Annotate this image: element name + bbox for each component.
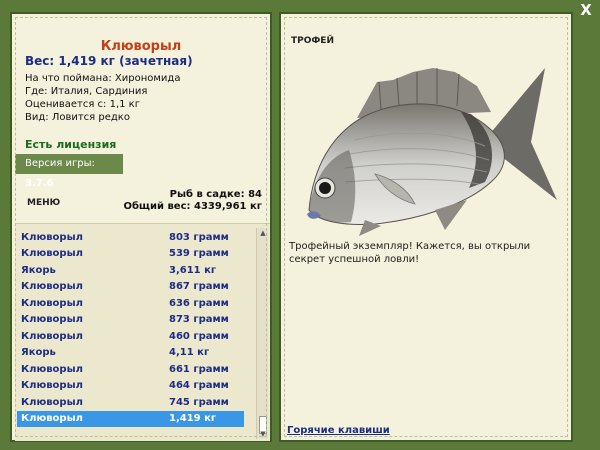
catch-name: Клюворыл [21, 330, 83, 342]
catch-weight: 873 грамм [169, 314, 229, 326]
catch-row[interactable]: Клюворыл 1,419 кг [17, 410, 244, 427]
total-weight: Общий вес: 4339,961 кг [123, 201, 262, 212]
catch-row[interactable]: Якорь 4,11 кг [17, 345, 244, 362]
hotkeys-link[interactable]: Горячие клавиши [287, 425, 390, 436]
catch-weight: 867 грамм [169, 281, 229, 293]
catch-row[interactable]: Клюворыл 661 грамм [17, 361, 244, 378]
fish-bait: На что поймана: Хирономида [25, 73, 181, 84]
fish-value: Оценивается с: 1,1 кг [25, 99, 140, 110]
fish-name: Клюворыл [100, 39, 182, 54]
version-badge: Версия игры: 3.7.6 [15, 154, 123, 189]
trophy-description: Трофейный экземпляр! Кажется, вы открыли… [289, 241, 531, 265]
catch-name: Якорь [21, 264, 56, 276]
license-status: Есть лицензия [25, 138, 117, 151]
catch-name: Клюворыл [21, 248, 83, 260]
catch-weight: 1,419 кг [169, 413, 217, 425]
fish-info-panel: Клюворыл Вес: 1,419 кг (зачетная) На что… [10, 12, 272, 442]
catch-weight: 464 грамм [169, 380, 229, 392]
fish-count: Рыб в садке: 84 [169, 189, 262, 200]
catch-name: Якорь [21, 347, 56, 359]
catch-name: Клюворыл [21, 396, 83, 408]
catch-weight: 636 грамм [169, 297, 229, 309]
scroll-down-icon[interactable]: ▼ [257, 429, 269, 439]
catch-name: Клюворыл [21, 314, 83, 326]
catch-row[interactable]: Клюворыл 873 грамм [17, 312, 244, 329]
fish-weight: Вес: 1,419 кг (зачетная) [25, 54, 193, 68]
fish-image [307, 68, 557, 236]
fish-kind: Вид: Ловится редко [25, 112, 130, 123]
trophy-label: ТРОФЕЙ [291, 36, 334, 46]
catch-weight: 661 грамм [169, 363, 229, 375]
catch-weight: 539 грамм [169, 248, 229, 260]
catch-row[interactable]: Якорь 3,611 кг [17, 262, 244, 279]
catch-weight: 3,611 кг [169, 264, 217, 276]
catch-name: Клюворыл [21, 363, 83, 375]
catch-weight: 460 грамм [169, 330, 229, 342]
catch-name: Клюворыл [21, 380, 83, 392]
catch-weight: 745 грамм [169, 396, 229, 408]
catch-row[interactable]: Клюворыл 460 грамм [17, 328, 244, 345]
scrollbar[interactable]: ▲ ▼ [256, 228, 268, 439]
trophy-panel: ТРОФЕЙ Трофейный экземпляр! Кажется, вы … [279, 12, 573, 442]
catch-row[interactable]: Клюворыл 539 грамм [17, 246, 244, 263]
scroll-up-icon[interactable]: ▲ [257, 228, 269, 238]
close-icon[interactable]: X [578, 2, 594, 18]
catch-row[interactable]: Клюворыл 803 грамм [17, 229, 244, 246]
catch-row[interactable]: Клюворыл 464 грамм [17, 378, 244, 395]
version-value: 3.7.6 [25, 178, 54, 189]
catch-row[interactable]: Клюворыл 867 грамм [17, 279, 244, 296]
catch-weight: 803 грамм [169, 231, 229, 243]
catch-list-box: Клюворыл 803 грамм Клюворыл 539 грамм Якорь 3… [15, 223, 270, 441]
catch-name: Клюворыл [21, 297, 83, 309]
fish-location: Где: Италия, Сардиния [25, 86, 148, 97]
catch-name: Клюворыл [21, 413, 83, 425]
catch-name: Клюворыл [21, 281, 83, 293]
catch-row[interactable]: Клюворыл 636 грамм [17, 295, 244, 312]
catch-name: Клюворыл [21, 231, 83, 243]
menu-button[interactable]: МЕНЮ [27, 198, 60, 208]
catch-weight: 4,11 кг [169, 347, 210, 359]
catch-list[interactable]: Клюворыл 803 грамм Клюворыл 539 грамм Якорь 3… [17, 229, 244, 427]
version-label: Версия игры: [25, 158, 95, 169]
catch-row[interactable]: Клюворыл 745 грамм [17, 394, 244, 411]
